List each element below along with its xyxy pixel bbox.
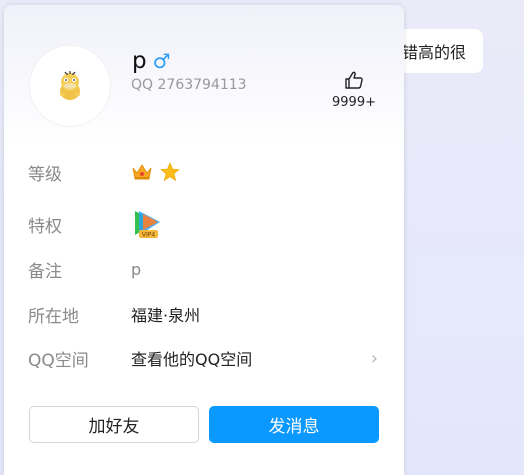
location-row: 所在地 福建·泉州 <box>28 299 378 329</box>
qq-label: QQ <box>131 77 154 93</box>
psyduck-avatar-icon <box>60 71 80 100</box>
like-button[interactable]: 9999+ <box>329 70 379 110</box>
vip-level-text: VIP4 <box>142 232 155 239</box>
qq-number-line: QQ 2763794113 <box>131 77 247 93</box>
qzone-label: QQ空间 <box>28 350 89 371</box>
privilege-row: 特权 VIP4 <box>28 204 378 244</box>
nickname: p <box>132 48 147 74</box>
privilege-badge[interactable]: VIP4 <box>131 208 165 240</box>
qzone-link[interactable]: 查看他的QQ空间 <box>131 346 252 370</box>
add-friend-button[interactable]: 加好友 <box>29 406 199 443</box>
remark-label: 备注 <box>28 261 62 282</box>
location-value: 福建·泉州 <box>131 306 201 325</box>
thumbs-up-icon <box>345 71 363 89</box>
like-count: 9999+ <box>332 95 376 110</box>
star-icon <box>160 162 180 182</box>
chevron-right-icon: › <box>370 348 378 369</box>
level-label: 等级 <box>28 164 62 185</box>
remark-value[interactable]: p <box>131 260 141 279</box>
chat-message-text: 错高的很 <box>402 43 467 62</box>
qzone-row[interactable]: QQ空间 查看他的QQ空间 › <box>28 343 378 373</box>
qq-number: 2763794113 <box>157 77 247 93</box>
send-message-button[interactable]: 发消息 <box>209 406 379 443</box>
location-label: 所在地 <box>28 306 79 327</box>
level-row: 等级 <box>28 157 378 187</box>
crown-icon <box>132 164 152 180</box>
avatar[interactable] <box>30 46 110 126</box>
nickname-row: p ♂ <box>132 49 171 73</box>
video-vip-icon: VIP4 <box>135 211 160 239</box>
profile-card: p ♂ QQ 2763794113 9999+ 等级 特权 VIP4 备注 p … <box>4 5 404 475</box>
level-icons[interactable] <box>131 162 181 182</box>
privilege-label: 特权 <box>28 216 62 237</box>
remark-row: 备注 p <box>28 254 378 284</box>
male-icon: ♂ <box>152 49 171 73</box>
